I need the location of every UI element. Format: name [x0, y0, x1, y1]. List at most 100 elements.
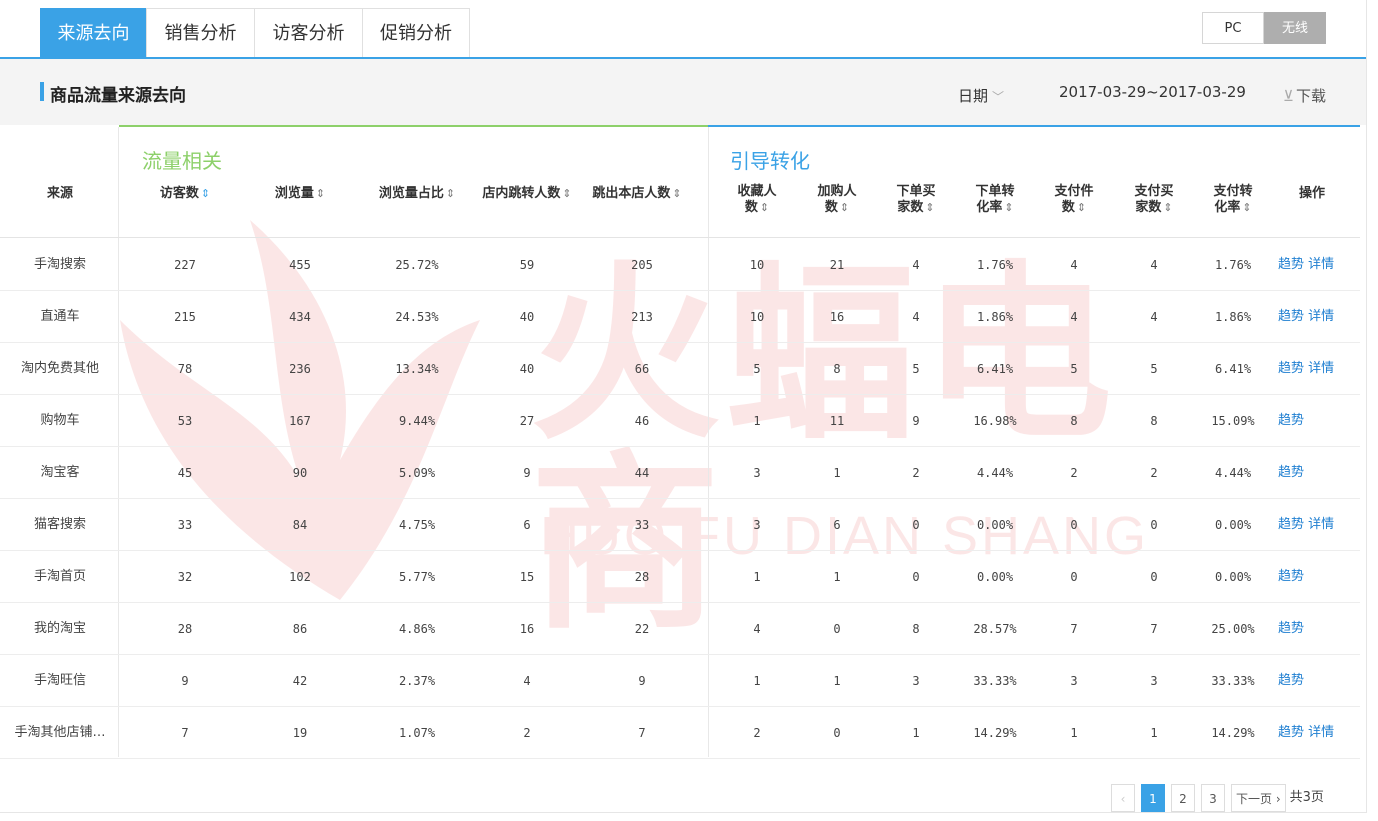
sort-icon[interactable]: ⇕	[1077, 201, 1086, 214]
col-favorites[interactable]: 收藏人数 ⇕	[727, 184, 787, 216]
conversion-group-line	[708, 125, 1360, 127]
cell-fav: 2	[753, 726, 761, 740]
col-visitors[interactable]: 访客数 ⇕	[140, 186, 230, 202]
cell-jump-in: 2	[523, 726, 531, 740]
cell-pay-items: 4	[1070, 258, 1078, 272]
col-pay-items[interactable]: 支付件数 ⇕	[1044, 184, 1104, 216]
cell-pay-items: 1	[1070, 726, 1078, 740]
toggle-pc-button[interactable]: PC	[1202, 12, 1264, 44]
sort-icon[interactable]: ⇕	[925, 201, 934, 214]
cell-cart: 1	[833, 674, 841, 688]
trend-link[interactable]: 趋势	[1278, 517, 1304, 532]
page-2-button[interactable]: 2	[1171, 784, 1195, 812]
date-range[interactable]: 2017-03-29~2017-03-29	[1059, 83, 1246, 101]
col-order-buyers[interactable]: 下单买 家数 ⇕	[886, 184, 946, 216]
trend-link[interactable]: 趋势	[1278, 361, 1304, 376]
detail-link[interactable]: 详情	[1308, 257, 1334, 272]
sort-icon[interactable]: ⇕	[1004, 201, 1013, 214]
table-row: 直通车 215 434 24.53% 40 213 10 16 4 1.86% 4 4 1.86% 趋势 …	[0, 291, 1360, 343]
tab-visitor-analysis[interactable]: 访客分析	[254, 8, 363, 57]
col-jump-in-store[interactable]: 店内跳转人数 ⇕	[472, 186, 582, 202]
cell-pageviews: 434	[289, 310, 311, 324]
sort-icon[interactable]: ⇕	[562, 187, 571, 200]
cell-actions: 趋势	[1278, 395, 1348, 447]
traffic-group-line	[119, 125, 708, 127]
cell-cart: 1	[833, 570, 841, 584]
cell-pay-rate: 1.76%	[1214, 258, 1252, 272]
detail-link[interactable]: 详情	[1308, 517, 1334, 532]
col-label: 下单转	[975, 184, 1015, 199]
trend-link[interactable]: 趋势	[1278, 465, 1304, 480]
cell-actions: 趋势 详情	[1278, 343, 1348, 395]
date-dropdown[interactable]: 日期 ﹀	[958, 85, 1004, 106]
col-order-rate[interactable]: 下单转 化率 ⇕	[965, 184, 1025, 216]
cell-pay-rate: 0.00%	[1214, 518, 1252, 532]
sort-icon[interactable]: ⇕	[672, 187, 681, 200]
tab-sales-analysis[interactable]: 销售分析	[146, 8, 255, 57]
table-row: 购物车 53 167 9.44% 27 46 1 11 9 16.98% 8 8 15.09% 趋势	[0, 395, 1360, 447]
sort-icon[interactable]: ⇕	[316, 187, 325, 200]
cell-order-buyers: 8	[912, 622, 920, 636]
sort-icon[interactable]: ⇕	[201, 187, 210, 200]
detail-link[interactable]: 详情	[1308, 361, 1334, 376]
trend-link[interactable]: 趋势	[1278, 569, 1304, 584]
detail-link[interactable]: 详情	[1308, 309, 1334, 324]
sort-icon[interactable]: ⇕	[1163, 201, 1172, 214]
col-label: 加购人	[817, 184, 857, 199]
cell-fav: 1	[753, 674, 761, 688]
cell-pageviews: 102	[289, 570, 311, 584]
cell-pay-rate: 15.09%	[1211, 414, 1255, 428]
date-label: 日期	[958, 87, 989, 105]
tab-source-destination[interactable]: 来源去向	[40, 8, 147, 57]
trend-link[interactable]: 趋势	[1278, 309, 1304, 324]
section-title: 商品流量来源去向	[50, 86, 186, 106]
trend-link[interactable]: 趋势	[1278, 257, 1304, 272]
cell-order-rate: 14.29%	[973, 726, 1017, 740]
cell-jump-out: 22	[634, 622, 650, 636]
cell-source: 手淘首页	[33, 569, 86, 584]
col-pay-buyers[interactable]: 支付买 家数 ⇕	[1124, 184, 1184, 216]
col-pay-rate[interactable]: 支付转 化率 ⇕	[1203, 184, 1263, 216]
sort-icon[interactable]: ⇕	[1242, 201, 1251, 214]
cell-pay-buyers: 8	[1150, 414, 1158, 428]
cell-visitors: 227	[174, 258, 196, 272]
cell-cart: 1	[833, 466, 841, 480]
cell-order-buyers: 5	[912, 362, 920, 376]
col-pageviews[interactable]: 浏览量 ⇕	[260, 186, 340, 202]
detail-link[interactable]: 详情	[1308, 725, 1334, 740]
cell-cart: 0	[833, 622, 841, 636]
next-page-button[interactable]: 下一页 ›	[1231, 784, 1286, 812]
trend-link[interactable]: 趋势	[1278, 673, 1304, 688]
cell-source: 手淘旺信	[33, 673, 86, 688]
prev-page-button[interactable]: ‹	[1111, 784, 1135, 812]
page-1-button[interactable]: 1	[1141, 784, 1165, 812]
cell-pageviews: 42	[292, 674, 308, 688]
cell-order-rate: 1.86%	[976, 310, 1014, 324]
cell-cart: 0	[833, 726, 841, 740]
toggle-wireless-button[interactable]: 无线	[1264, 12, 1326, 44]
cell-order-rate: 1.76%	[976, 258, 1014, 272]
sort-icon[interactable]: ⇕	[446, 187, 455, 200]
cell-pay-items: 0	[1070, 570, 1078, 584]
trend-link[interactable]: 趋势	[1278, 621, 1304, 636]
col-add-cart[interactable]: 加购人数 ⇕	[807, 184, 867, 216]
cell-pv-share: 9.44%	[398, 414, 436, 428]
cell-jump-out: 44	[634, 466, 650, 480]
cell-pay-buyers: 2	[1150, 466, 1158, 480]
sort-icon[interactable]: ⇕	[840, 201, 849, 214]
trend-link[interactable]: 趋势	[1278, 413, 1304, 428]
download-button[interactable]: ⊻ 下载	[1283, 85, 1326, 106]
col-pv-share[interactable]: 浏览量占比 ⇕	[362, 186, 472, 202]
sort-icon[interactable]: ⇕	[760, 201, 769, 214]
cell-jump-in: 59	[519, 258, 535, 272]
cell-pageviews: 236	[289, 362, 311, 376]
cell-source: 手淘搜索	[33, 257, 86, 272]
tab-promotion-analysis[interactable]: 促销分析	[362, 8, 470, 57]
col-jump-out-store[interactable]: 跳出本店人数 ⇕	[582, 186, 692, 202]
trend-link[interactable]: 趋势	[1278, 725, 1304, 740]
col-source: 来源	[46, 186, 73, 201]
cell-visitors: 33	[177, 518, 193, 532]
page-3-button[interactable]: 3	[1201, 784, 1225, 812]
cell-visitors: 9	[181, 674, 189, 688]
cell-source: 我的淘宝	[33, 621, 86, 636]
